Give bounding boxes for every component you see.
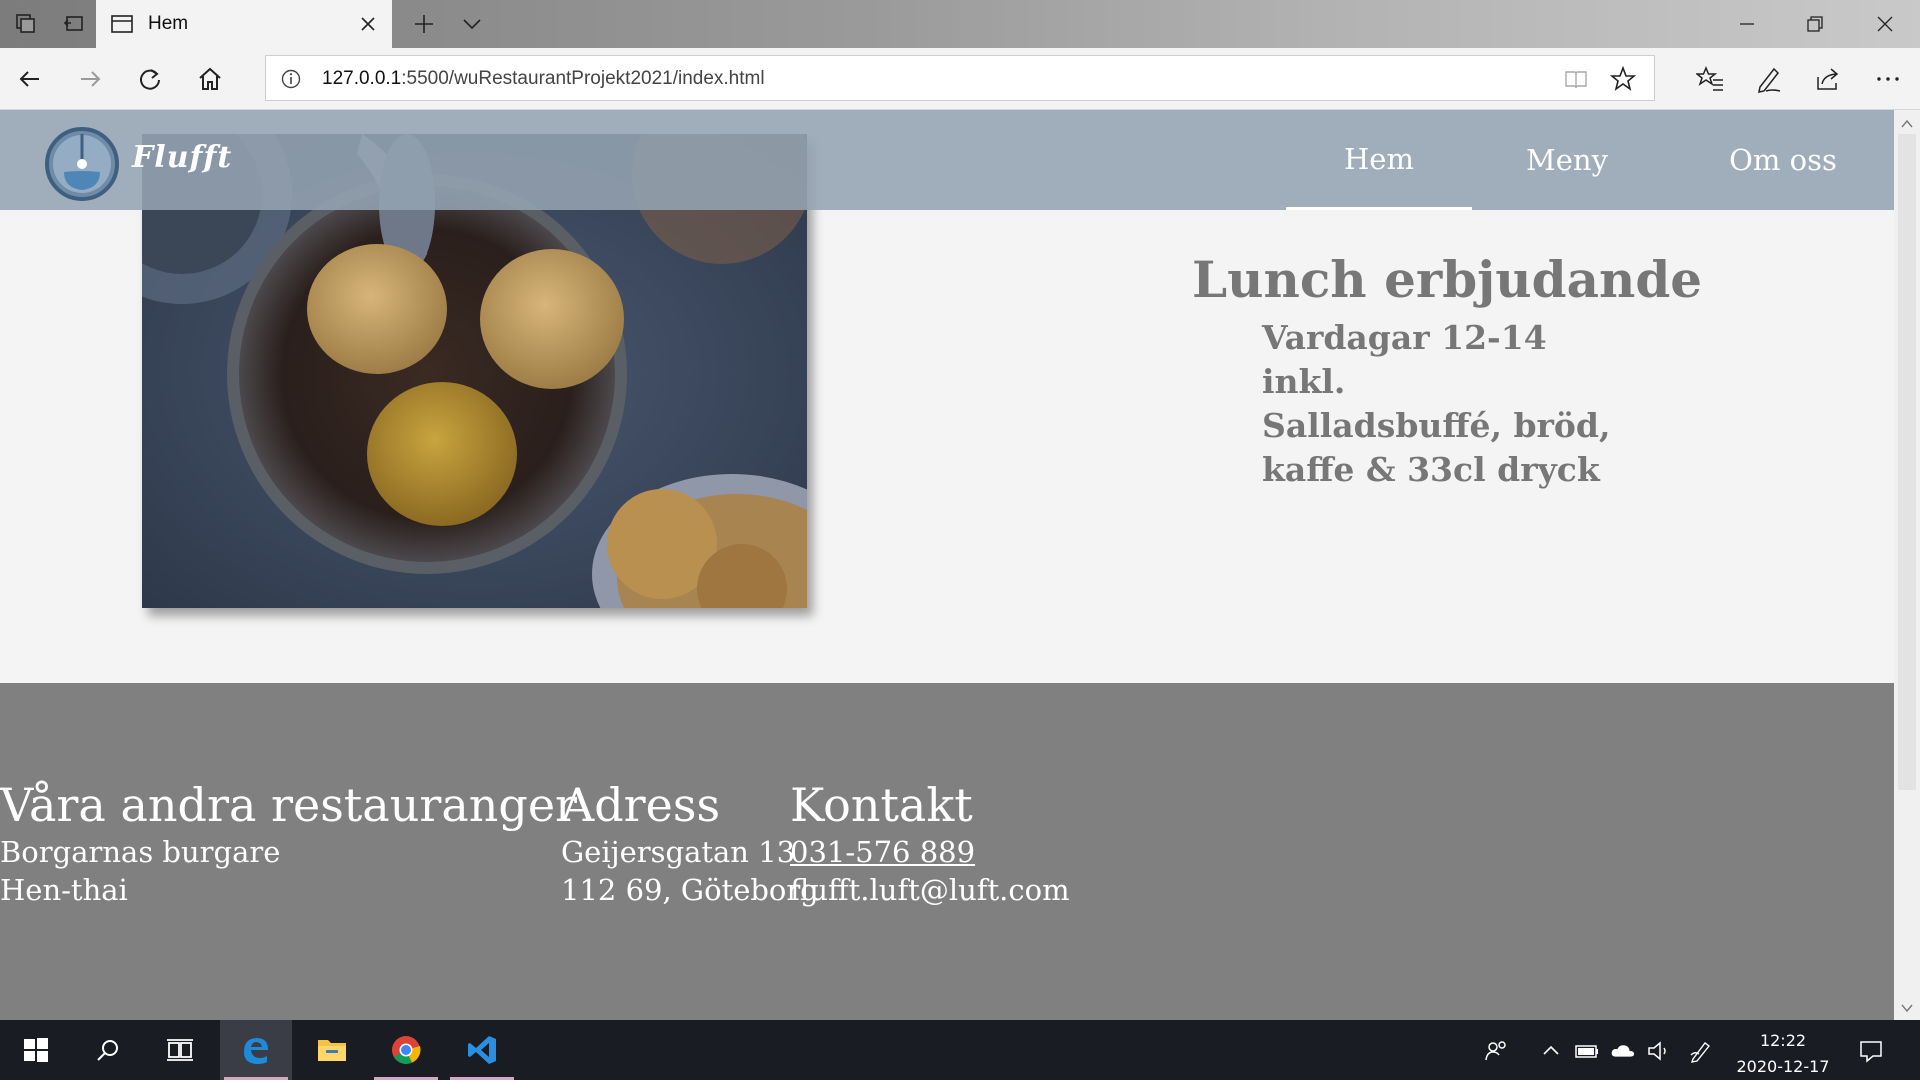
page-scrollbar[interactable] bbox=[1894, 110, 1920, 1020]
footer-address: Adress Geijersgatan 13 112 69, Göteborg bbox=[561, 781, 819, 909]
refresh-icon[interactable] bbox=[134, 63, 166, 95]
minimize-icon[interactable] bbox=[1732, 10, 1762, 38]
tab-title: Hem bbox=[148, 13, 189, 34]
close-window-icon[interactable] bbox=[1870, 10, 1900, 38]
forward-icon[interactable] bbox=[74, 63, 106, 95]
scrollbar-thumb[interactable] bbox=[1898, 134, 1916, 790]
onedrive-icon[interactable] bbox=[1610, 1038, 1636, 1064]
url-text[interactable]: 127.0.0.1:5500/wuRestaurantProjekt2021/i… bbox=[322, 68, 765, 90]
site-header: Flufft Hem Meny Om oss bbox=[0, 110, 1894, 210]
restaurant-item: Borgarnas burgare bbox=[0, 835, 281, 870]
chrome-app-icon[interactable] bbox=[370, 1020, 442, 1080]
logo-text[interactable]: Flufft bbox=[132, 140, 232, 175]
footer-contact: Kontakt 031-576 889 flufft.luft@luft.com bbox=[790, 781, 1070, 909]
clock-time: 12:22 bbox=[1759, 1031, 1807, 1050]
footer-heading: Kontakt bbox=[790, 778, 973, 832]
browser-toolbar: 127.0.0.1:5500/wuRestaurantProjekt2021/i… bbox=[0, 48, 1920, 110]
back-icon[interactable] bbox=[14, 63, 46, 95]
browser-tab-bar: Hem bbox=[0, 0, 1920, 48]
tab-preview-icon[interactable] bbox=[60, 10, 88, 38]
page-icon bbox=[110, 13, 134, 39]
favorite-star-icon[interactable] bbox=[1609, 65, 1637, 92]
chevron-down-icon[interactable] bbox=[1900, 1000, 1914, 1014]
logo-icon[interactable] bbox=[44, 126, 120, 202]
battery-icon[interactable] bbox=[1574, 1038, 1600, 1064]
close-tab-icon[interactable] bbox=[356, 12, 380, 36]
email-text: flufft.luft@luft.com bbox=[790, 873, 1070, 908]
chevron-down-icon[interactable] bbox=[458, 12, 486, 36]
reading-view-icon[interactable] bbox=[1564, 68, 1588, 90]
search-icon[interactable] bbox=[72, 1020, 144, 1080]
site-footer: Våra andra restauranger Borgarnas burgar… bbox=[0, 683, 1894, 1020]
new-tab-icon[interactable] bbox=[410, 12, 438, 36]
lunch-title: Lunch erbjudande bbox=[1192, 250, 1703, 309]
restaurant-item: Hen-thai bbox=[0, 873, 128, 908]
notifications-icon[interactable] bbox=[1858, 1038, 1884, 1064]
people-icon[interactable] bbox=[1484, 1038, 1510, 1064]
home-icon[interactable] bbox=[194, 63, 226, 95]
volume-icon[interactable] bbox=[1646, 1038, 1672, 1064]
chevron-up-icon[interactable] bbox=[1900, 116, 1914, 130]
vscode-app-icon[interactable] bbox=[446, 1020, 518, 1080]
pen-workspace-icon[interactable] bbox=[1688, 1038, 1714, 1064]
windows-start-icon[interactable] bbox=[0, 1020, 72, 1080]
lunch-line: Vardagar 12-14 bbox=[1262, 318, 1547, 357]
nav-hem[interactable]: Hem bbox=[1286, 110, 1472, 210]
lunch-line: Salladsbuffé, bröd, bbox=[1262, 406, 1611, 445]
restore-icon[interactable] bbox=[1800, 10, 1830, 38]
lunch-line: kaffe & 33cl dryck bbox=[1262, 450, 1600, 489]
tab-hem[interactable]: Hem bbox=[96, 0, 392, 48]
phone-link[interactable]: 031-576 889 bbox=[790, 835, 975, 869]
address-bar[interactable]: 127.0.0.1:5500/wuRestaurantProjekt2021/i… bbox=[265, 55, 1655, 101]
footer-restaurants: Våra andra restauranger Borgarnas burgar… bbox=[0, 781, 577, 909]
footer-heading: Adress bbox=[561, 778, 721, 832]
taskbar: 12:22 2020-12-17 bbox=[0, 1020, 1920, 1080]
share-icon[interactable] bbox=[1812, 63, 1844, 95]
clock-date: 2020-12-17 bbox=[1736, 1057, 1830, 1076]
address-line: 112 69, Göteborg bbox=[561, 873, 819, 908]
chevron-up-icon[interactable] bbox=[1538, 1038, 1564, 1064]
more-icon[interactable] bbox=[1872, 63, 1904, 95]
system-clock[interactable]: 12:22 2020-12-17 bbox=[1728, 1028, 1838, 1080]
page-viewport: Flufft Hem Meny Om oss Lunch erbjudande … bbox=[0, 110, 1894, 1020]
file-explorer-icon[interactable] bbox=[296, 1020, 368, 1080]
edge-app-icon[interactable] bbox=[220, 1020, 292, 1080]
address-line: Geijersgatan 13 bbox=[561, 835, 796, 870]
lunch-details: Vardagar 12-14 inkl. Salladsbuffé, bröd,… bbox=[1262, 316, 1610, 492]
footer-heading: Våra andra restauranger bbox=[0, 778, 578, 832]
nav-meny[interactable]: Meny bbox=[1474, 110, 1660, 210]
favorites-icon[interactable] bbox=[1694, 63, 1726, 95]
pen-icon[interactable] bbox=[1752, 63, 1784, 95]
task-view-icon[interactable] bbox=[144, 1020, 216, 1080]
nav-om-oss[interactable]: Om oss bbox=[1688, 110, 1878, 210]
info-icon[interactable] bbox=[280, 68, 302, 90]
lunch-line: inkl. bbox=[1262, 362, 1346, 401]
tab-set-aside-icon[interactable] bbox=[12, 10, 40, 38]
